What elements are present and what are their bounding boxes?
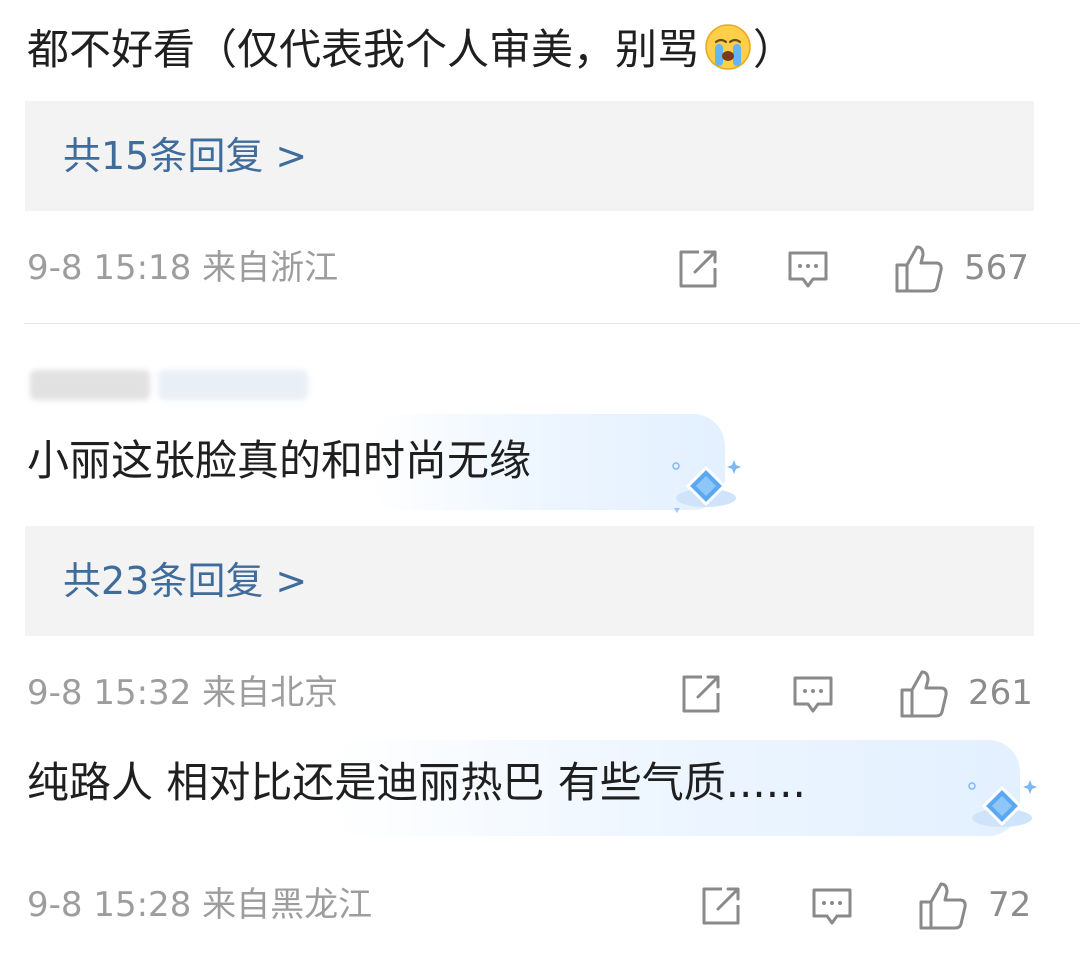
- comment-meta: 9-8 15:18 来自浙江: [27, 248, 338, 288]
- share-icon[interactable]: [698, 883, 744, 929]
- comment-icon[interactable]: [809, 883, 855, 929]
- crying-face-emoji: [705, 24, 751, 70]
- divider: [25, 323, 1080, 324]
- replies-label: 共23条回复 >: [63, 559, 308, 603]
- comment-body: 纯路人 相对比还是迪丽热巴 有些气质......: [27, 758, 806, 807]
- comment-icon[interactable]: [785, 246, 831, 292]
- comment-icon[interactable]: [790, 671, 836, 717]
- diamond-gem-icon: [672, 460, 741, 513]
- replies-link[interactable]: 共23条回复 >: [25, 526, 1034, 636]
- like-count: 567: [964, 248, 1029, 288]
- comment-time: 9-8 15:32: [27, 673, 192, 713]
- comment-location: 来自浙江: [202, 248, 339, 288]
- blurred-username: [30, 362, 330, 406]
- comment-body: 都不好看（仅代表我个人审美，别骂: [27, 25, 700, 74]
- like-count: 72: [988, 885, 1032, 925]
- comment-location: 来自黑龙江: [202, 885, 373, 925]
- comment-feed: 都不好看（仅代表我个人审美，别骂 ） 共15条回复 > 9-8 15:18 来自…: [0, 0, 1080, 973]
- comment-body-tail: ）: [753, 25, 796, 74]
- share-icon[interactable]: [678, 671, 724, 717]
- like-icon[interactable]: [893, 243, 945, 295]
- comment-text: 小丽这张脸真的和时尚无缘: [27, 436, 531, 486]
- comment-meta: 9-8 15:28 来自黑龙江: [27, 885, 372, 925]
- replies-link[interactable]: 共15条回复 >: [25, 101, 1034, 211]
- comment-time: 9-8 15:28: [27, 885, 192, 925]
- diamond-gem-icon: [968, 780, 1037, 827]
- like-icon[interactable]: [917, 880, 969, 932]
- comment-text: 纯路人 相对比还是迪丽热巴 有些气质......: [27, 758, 806, 808]
- replies-label: 共15条回复 >: [63, 134, 308, 178]
- like-icon[interactable]: [898, 668, 950, 720]
- comment-time: 9-8 15:18: [27, 248, 192, 288]
- comment-meta: 9-8 15:32 来自北京: [27, 673, 338, 713]
- comment-text: 都不好看（仅代表我个人审美，别骂 ）: [27, 22, 795, 75]
- comment-body: 小丽这张脸真的和时尚无缘: [27, 436, 532, 485]
- share-icon[interactable]: [675, 246, 721, 292]
- like-count: 261: [968, 673, 1033, 713]
- comment-location: 来自北京: [202, 673, 339, 713]
